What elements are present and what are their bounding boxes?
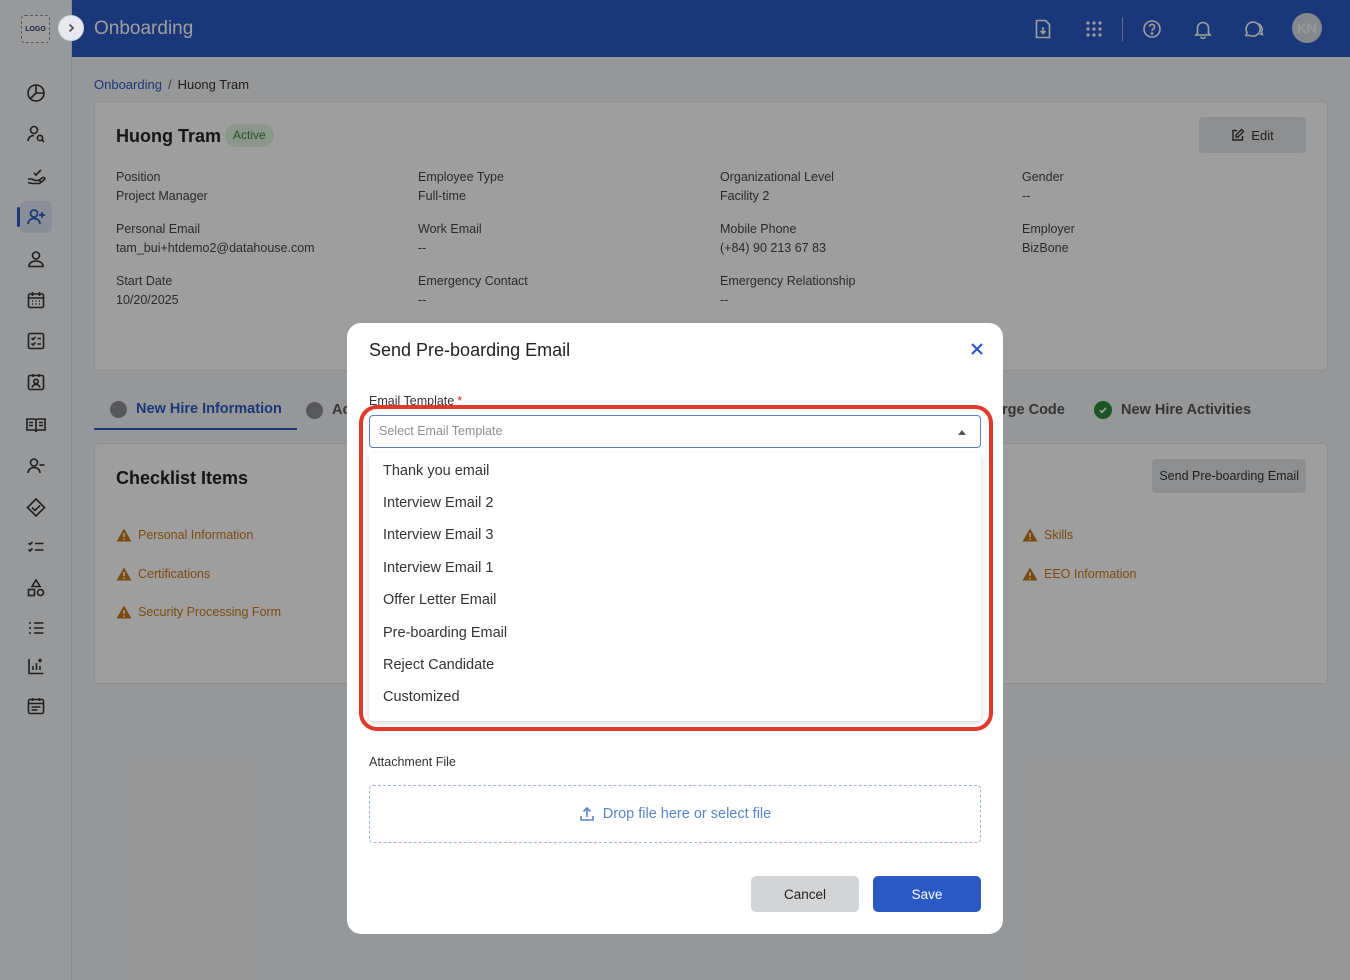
email-template-label-text: Email Template xyxy=(369,394,455,408)
send-preboarding-email-dialog: Send Pre-boarding Email Email Template * … xyxy=(347,323,1003,934)
dropdown-option-interview-email-3[interactable]: Interview Email 3 xyxy=(383,527,493,543)
email-template-select[interactable]: Select Email Template xyxy=(369,415,981,448)
email-template-label: Email Template * xyxy=(369,394,462,408)
dropdown-option-customized[interactable]: Customized xyxy=(383,689,460,705)
email-template-dropdown: Thank you email Interview Email 2 Interv… xyxy=(369,453,981,721)
dropdown-option-interview-email-1[interactable]: Interview Email 1 xyxy=(383,560,493,576)
attachment-file-label: Attachment File xyxy=(369,755,456,769)
close-icon xyxy=(971,343,983,355)
dropdown-option-reject-candidate[interactable]: Reject Candidate xyxy=(383,657,494,673)
select-placeholder: Select Email Template xyxy=(379,424,503,438)
dropzone-text: Drop file here or select file xyxy=(602,806,772,822)
sidebar-expand-button[interactable] xyxy=(58,15,84,41)
save-button[interactable]: Save xyxy=(873,876,981,912)
caret-up-icon xyxy=(958,430,966,435)
chevron-right-icon xyxy=(68,23,75,33)
required-mark: * xyxy=(457,394,463,408)
upload-icon xyxy=(579,806,594,821)
dropdown-option-preboarding-email[interactable]: Pre-boarding Email xyxy=(383,625,507,641)
close-button[interactable] xyxy=(968,340,986,358)
dropdown-option-offer-letter-email[interactable]: Offer Letter Email xyxy=(383,592,496,608)
dropdown-option-thank-you-email[interactable]: Thank you email xyxy=(383,463,489,479)
dropdown-option-interview-email-2[interactable]: Interview Email 2 xyxy=(383,495,493,511)
file-dropzone[interactable]: Drop file here or select file xyxy=(369,785,981,843)
dialog-title: Send Pre-boarding Email xyxy=(369,340,571,360)
cancel-button[interactable]: Cancel xyxy=(751,876,859,912)
